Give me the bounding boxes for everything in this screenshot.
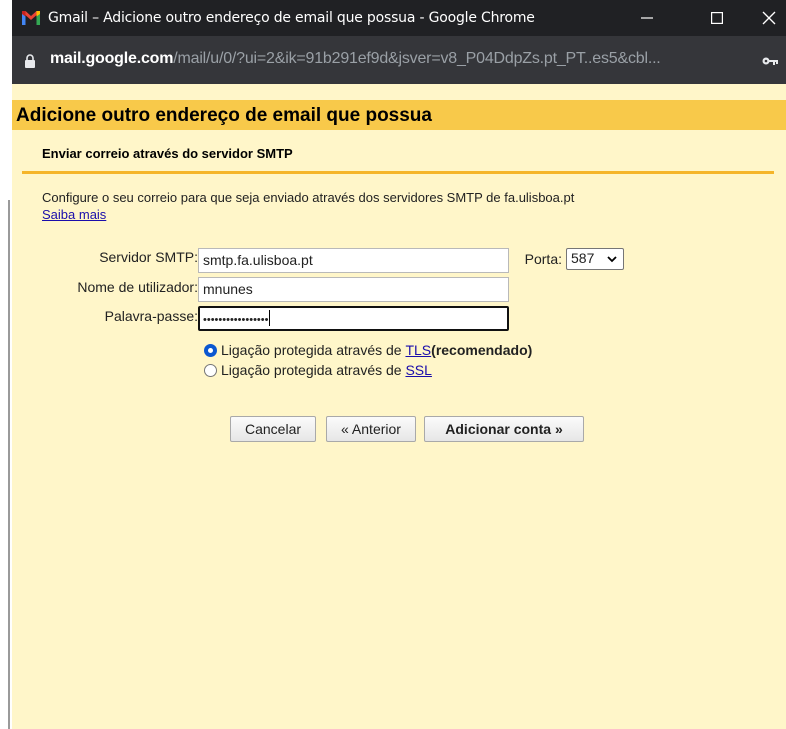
ssl-option[interactable]: Ligação protegida através de SSL (204, 362, 432, 378)
ssl-radio[interactable] (204, 363, 217, 377)
text-caret (269, 310, 271, 326)
cancel-button[interactable]: Cancelar (230, 416, 316, 442)
dialog-header: Adicione outro endereço de email que pos… (12, 100, 786, 130)
ssl-label: Ligação protegida através de (221, 362, 406, 378)
smtp-server-label: Servidor SMTP: (99, 249, 198, 265)
previous-button[interactable]: « Anterior (326, 416, 416, 442)
ssl-link[interactable]: SSL (405, 362, 431, 378)
url-host: mail.google.com (50, 50, 174, 67)
password-mask: ••••••••••••••••• (203, 314, 269, 326)
minimize-icon (641, 17, 653, 19)
left-edge-line (8, 200, 10, 729)
port-label: Porta: (524, 251, 562, 267)
chrome-popup-window: Gmail – Adicione outro endereço de email… (12, 0, 786, 729)
url-path: /mail/u/0/?ui=2&ik=91b291ef9d&jsver=v8_P… (173, 50, 661, 67)
password-input[interactable]: ••••••••••••••••• (198, 306, 509, 331)
key-icon[interactable] (762, 56, 778, 66)
add-account-button[interactable]: Adicionar conta » (424, 416, 584, 442)
password-label: Palavra-passe: (104, 308, 198, 324)
learn-more-link[interactable]: Saiba mais (42, 207, 106, 222)
smtp-server-input[interactable]: smtp.fa.ulisboa.pt (198, 248, 509, 273)
address-bar[interactable]: mail.google.com/mail/u/0/?ui=2&ik=91b291… (12, 36, 786, 84)
tls-label: Ligação protegida através de (221, 342, 406, 358)
maximize-icon (711, 12, 723, 24)
username-label: Nome de utilizador: (77, 279, 198, 295)
username-input[interactable]: mnunes (198, 277, 509, 302)
username-value: mnunes (203, 281, 253, 297)
gmail-icon (22, 11, 40, 25)
description-text: Configure o seu correio para que seja en… (42, 190, 575, 205)
tls-option[interactable]: Ligação protegida através de TLS (recomen… (204, 342, 532, 358)
port-value: 587 (571, 250, 595, 266)
close-icon (762, 11, 776, 25)
minimize-button[interactable] (624, 0, 670, 36)
url-text[interactable]: mail.google.com/mail/u/0/?ui=2&ik=91b291… (50, 50, 661, 68)
close-button[interactable] (746, 0, 786, 36)
maximize-button[interactable] (694, 0, 740, 36)
section-subtitle: Enviar correio através do servidor SMTP (42, 146, 293, 161)
tls-link[interactable]: TLS (405, 342, 431, 358)
smtp-server-value: smtp.fa.ulisboa.pt (203, 252, 313, 268)
window-title: Gmail – Adicione outro endereço de email… (48, 10, 535, 26)
title-bar: Gmail – Adicione outro endereço de email… (12, 0, 786, 36)
tls-recommended: (recomendado) (431, 342, 533, 358)
tls-radio[interactable] (204, 343, 217, 357)
port-select[interactable]: 587 (566, 248, 624, 270)
page-title: Adicione outro endereço de email que pos… (16, 105, 432, 126)
left-edge (0, 0, 12, 729)
section-divider (22, 171, 774, 174)
chevron-down-icon (607, 256, 617, 263)
lock-icon (25, 54, 35, 68)
